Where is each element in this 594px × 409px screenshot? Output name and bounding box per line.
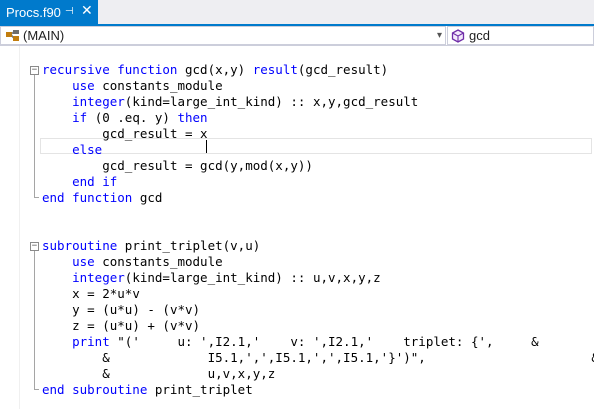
code-line[interactable]: & I5.1,',',I5.1,',',I5.1,'}')", & — [42, 350, 594, 366]
code-keyword: print — [72, 334, 110, 349]
scope-value: (MAIN) — [23, 28, 65, 43]
code-text: print_triplet(v,u) — [117, 238, 261, 253]
code-keyword: end function — [42, 190, 133, 205]
code-line[interactable]: use constants_module — [42, 78, 223, 94]
code-text: z = (u*u) + (v*v) — [72, 318, 201, 333]
code-text: (gcd_result) — [297, 62, 389, 77]
code-keyword: result — [252, 62, 298, 77]
code-line[interactable]: subroutine print_triplet(v,u) — [42, 238, 260, 254]
pin-icon[interactable]: ⊣ — [65, 5, 74, 19]
navigation-bar: (MAIN) ▾ gcd — [0, 26, 594, 46]
code-line[interactable]: integer(kind=large_int_kind) :: u,v,x,y,… — [42, 270, 381, 286]
code-text: constants_module — [94, 78, 223, 93]
code-text: (0 .eq. y) — [87, 110, 178, 125]
code-text: gcd(x,y) — [177, 62, 253, 77]
code-keyword: integer — [72, 94, 125, 109]
fold-guide-end — [34, 389, 39, 390]
code-keyword: recursive function — [42, 62, 178, 77]
code-line[interactable]: end function gcd — [42, 190, 162, 206]
code-keyword: end subroutine — [42, 382, 148, 397]
code-line[interactable]: use constants_module — [42, 254, 223, 270]
function-cube-icon — [451, 29, 465, 43]
code-keyword: use — [72, 78, 95, 93]
member-value: gcd — [469, 28, 490, 43]
code-line[interactable]: end if — [42, 174, 117, 190]
tab-procs-f90[interactable]: Procs.f90 ⊣ ✕ — [0, 0, 98, 24]
code-text: gcd_result = x — [102, 126, 208, 141]
code-text: y = (u*u) - (v*v) — [72, 302, 201, 317]
collapse-subroutine-icon[interactable]: − — [30, 242, 39, 251]
code-text: & I5.1,',',I5.1,',',I5.1,'}')", & — [102, 350, 594, 365]
scope-dropdown[interactable]: (MAIN) ▾ — [0, 26, 446, 45]
document-tab-strip: Procs.f90 ⊣ ✕ — [0, 0, 594, 24]
code-keyword: subroutine — [42, 238, 118, 253]
chevron-down-icon[interactable]: ▾ — [437, 28, 442, 44]
code-text: & u,v,x,y,z — [102, 366, 276, 381]
code-line[interactable]: gcd_result = gcd(y,mod(x,y)) — [42, 158, 313, 174]
code-keyword: then — [177, 110, 208, 125]
code-text: (kind=large_int_kind) :: u,v,x,y,z — [124, 270, 381, 285]
code-line[interactable]: end subroutine print_triplet — [42, 382, 253, 398]
code-keyword: end if — [72, 174, 118, 189]
collapse-function-icon[interactable]: − — [30, 66, 39, 75]
code-keyword: if — [72, 110, 88, 125]
tab-title: Procs.f90 — [6, 4, 61, 20]
close-icon[interactable]: ✕ — [81, 3, 93, 19]
code-line[interactable]: z = (u*u) + (v*v) — [42, 318, 200, 334]
code-text: "(' u: ',I2.1,' v: ',I2.1,' triplet: {',… — [109, 334, 539, 349]
code-keyword: else — [72, 142, 103, 157]
code-text: constants_module — [94, 254, 223, 269]
code-line[interactable]: y = (u*u) - (v*v) — [42, 302, 200, 318]
code-text: gcd_result = gcd(y,mod(x,y)) — [102, 158, 313, 173]
fold-guide — [34, 251, 35, 390]
code-text: gcd — [132, 190, 163, 205]
member-dropdown[interactable]: gcd — [447, 26, 594, 45]
code-line[interactable]: & u,v,x,y,z — [42, 366, 275, 382]
code-line[interactable]: integer(kind=large_int_kind) :: x,y,gcd_… — [42, 94, 418, 110]
code-editor[interactable]: − − recursive function gcd(x,y) result(g… — [0, 46, 594, 409]
code-line[interactable]: x = 2*u*v — [42, 286, 140, 302]
code-keyword: use — [72, 254, 95, 269]
code-line[interactable]: if (0 .eq. y) then — [42, 110, 208, 126]
code-line[interactable]: print "(' u: ',I2.1,' v: ',I2.1,' triple… — [42, 334, 539, 350]
code-text: x = 2*u*v — [72, 286, 140, 301]
code-line[interactable]: else — [42, 142, 102, 158]
code-text: print_triplet — [147, 382, 253, 397]
gutter-separator — [19, 46, 20, 409]
fold-guide — [34, 75, 35, 198]
fold-guide-end — [34, 197, 39, 198]
program-icon — [6, 30, 19, 41]
code-line[interactable]: recursive function gcd(x,y) result(gcd_r… — [42, 62, 388, 78]
code-text: (kind=large_int_kind) :: x,y,gcd_result — [124, 94, 419, 109]
code-line[interactable]: gcd_result = x — [42, 126, 208, 142]
code-keyword: integer — [72, 270, 125, 285]
text-caret — [206, 140, 207, 153]
